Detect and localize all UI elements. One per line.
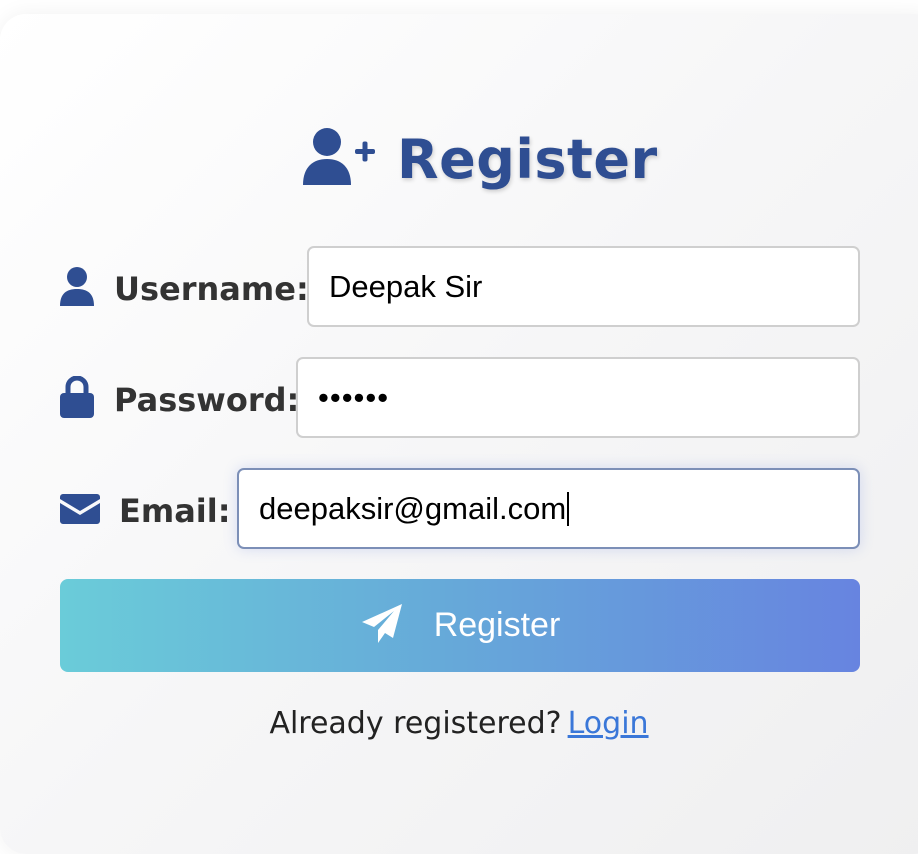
username-row: Username: Deepak Sir <box>0 246 918 328</box>
login-prompt-text: Already registered? <box>269 706 562 741</box>
password-label: Password: <box>114 381 300 419</box>
title-text: Register <box>397 127 658 191</box>
envelope-icon <box>60 494 100 528</box>
paper-plane-icon <box>360 602 434 650</box>
username-label: Username: <box>114 270 309 308</box>
username-input[interactable]: Deepak Sir <box>307 246 860 327</box>
user-plus-icon <box>303 127 377 191</box>
page-title: Register <box>303 124 658 194</box>
register-button[interactable]: Register <box>60 579 860 672</box>
login-link[interactable]: Login <box>568 706 649 741</box>
email-input[interactable]: deepaksir@gmail.com <box>237 468 860 549</box>
email-value: deepaksir@gmail.com <box>259 490 567 526</box>
username-value: Deepak Sir <box>329 268 483 304</box>
email-row: Email: deepaksir@gmail.com <box>0 468 918 550</box>
login-prompt: Already registered? Login <box>0 706 918 741</box>
text-caret <box>567 491 570 526</box>
password-value: •••••• <box>318 379 390 415</box>
register-button-label: Register <box>433 606 561 644</box>
user-icon <box>60 267 94 311</box>
password-row: Password: •••••• <box>0 357 918 439</box>
email-label: Email: <box>119 492 231 530</box>
password-input[interactable]: •••••• <box>296 357 860 438</box>
lock-icon <box>60 375 94 422</box>
